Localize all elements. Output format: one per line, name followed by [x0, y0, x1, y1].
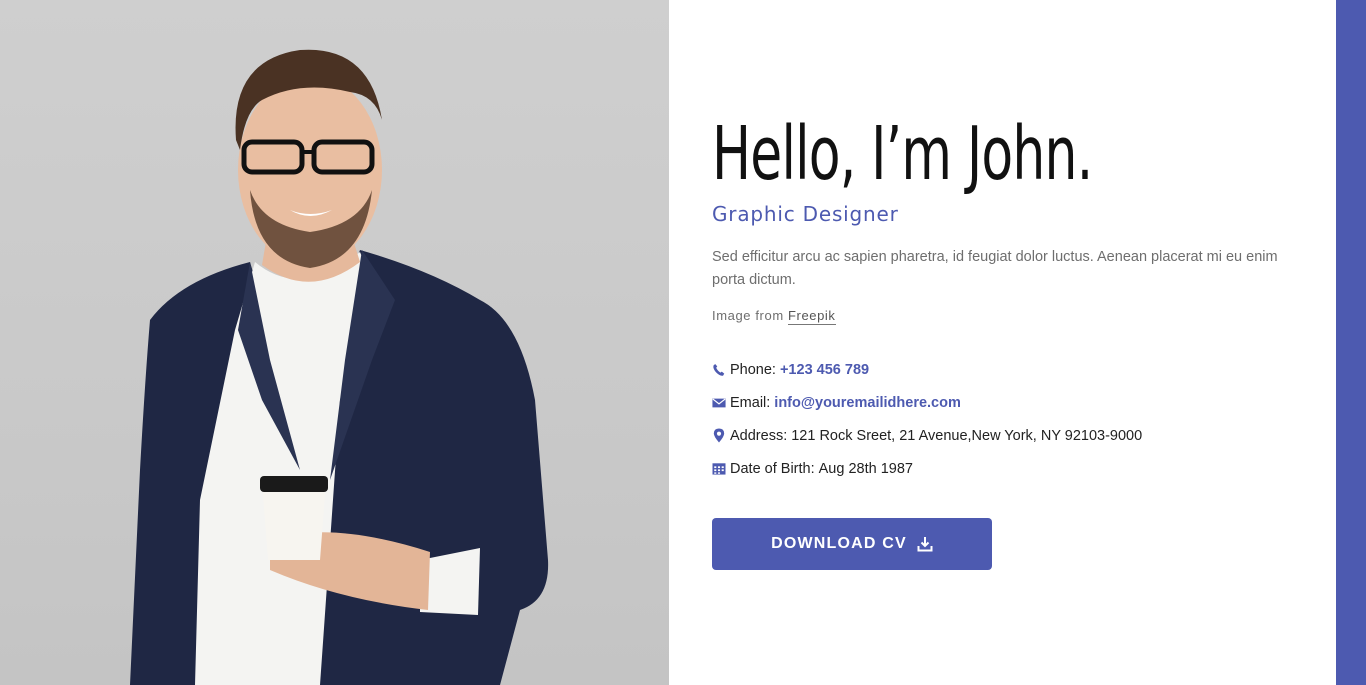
download-cv-label: DOWNLOAD CV [771, 535, 907, 552]
dob-value: Aug 28th 1987 [818, 460, 913, 477]
phone-icon [712, 363, 726, 377]
image-credit: Image from Freepik [712, 308, 1302, 325]
address-value: 121 Rock Sreet, 21 Avenue,New York, NY 9… [791, 427, 1143, 444]
map-pin-icon [712, 428, 726, 443]
phone-label: Phone: [730, 361, 776, 378]
job-title: Graphic Designer [712, 202, 899, 226]
contact-email: Email: info@youremailidhere.com [712, 386, 1302, 419]
email-label: Email: [730, 394, 771, 411]
email-link[interactable]: info@youremailidhere.com [774, 395, 961, 411]
envelope-icon [712, 396, 726, 410]
address-label: Address: [730, 427, 788, 444]
download-icon [917, 536, 933, 552]
profile-photo [0, 0, 669, 685]
image-credit-prefix: Image from [712, 308, 784, 323]
freepik-link[interactable]: Freepik [787, 308, 836, 325]
contact-address: Address: 121 Rock Sreet, 21 Avenue,New Y… [712, 419, 1302, 452]
intro-description: Sed efficitur arcu ac sapien pharetra, i… [712, 249, 1278, 288]
page-title: Hello, I’m John. [712, 111, 1093, 197]
contact-phone: Phone: +123 456 789 [712, 353, 1302, 386]
accent-side-bar [1336, 0, 1366, 685]
hero-content: Hello, I’m John. Graphic Designer Sed ef… [712, 110, 1302, 485]
portrait-illustration [130, 49, 549, 685]
dob-label: Date of Birth: [730, 460, 815, 477]
download-cv-button[interactable]: DOWNLOAD CV [712, 518, 992, 570]
calendar-icon [712, 462, 726, 476]
contact-dob: Date of Birth: Aug 28th 1987 [712, 452, 1302, 485]
contact-info: Phone: +123 456 789 Email: info@youremai… [712, 353, 1302, 485]
phone-link[interactable]: +123 456 789 [780, 362, 869, 378]
